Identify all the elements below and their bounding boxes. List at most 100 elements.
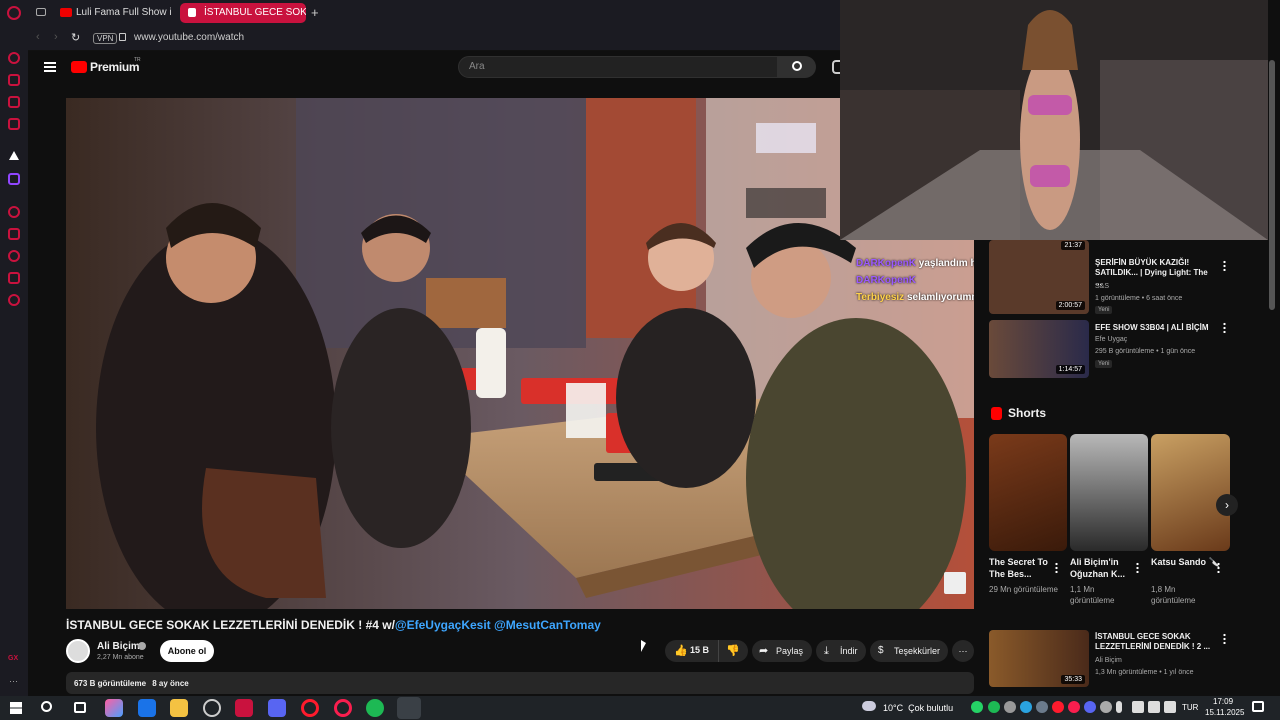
related-item[interactable]: 35:33 İSTANBUL GECE SOKAK LEZZETLERİNİ D… (989, 630, 1229, 688)
short-thumbnail[interactable] (1070, 434, 1148, 551)
more-icon[interactable]: ··· (9, 676, 18, 686)
url-field[interactable]: www.youtube.com/watch (134, 32, 244, 43)
search-taskbar-icon[interactable] (41, 701, 52, 712)
subscribe-button[interactable]: Abone ol (160, 640, 214, 662)
new-tab-button[interactable]: + (311, 5, 319, 20)
related-title[interactable]: ŞERİFİN BÜYÜK KAZIĞI! SATILDIK... | Dyin… (1095, 258, 1215, 288)
thanks-button[interactable]: $ Teşekkürler (870, 640, 948, 662)
mic-icon[interactable] (1116, 701, 1122, 713)
messenger-icon[interactable] (8, 74, 20, 86)
shorts-next-button[interactable]: › (1216, 494, 1238, 516)
youtube-logo-icon[interactable] (71, 61, 87, 73)
lock-icon[interactable] (119, 33, 126, 41)
tray-settings-icon[interactable] (1100, 701, 1112, 713)
tab-islands-icon[interactable] (36, 8, 46, 16)
search-button[interactable] (778, 56, 816, 78)
dislike-button[interactable]: 👎 (718, 640, 748, 662)
related-channel[interactable]: Ali Biçim (1095, 657, 1122, 664)
settings-icon[interactable] (8, 294, 20, 306)
battery-icon[interactable] (1164, 701, 1176, 713)
task-view-icon[interactable] (74, 702, 86, 713)
logo-text[interactable]: Premium (90, 60, 140, 74)
related-title[interactable]: İSTANBUL GECE SOKAK LEZZETLERİNİ DENEDİK… (1095, 632, 1220, 652)
notification-icon[interactable] (1252, 701, 1264, 712)
related-thumbnail[interactable]: 35:33 (989, 630, 1089, 687)
video-title-links[interactable]: @EfeUygaçKesit @MesutCanTomay (395, 618, 601, 632)
voice-search-icon[interactable] (832, 60, 840, 74)
clock-time[interactable]: 17:09 (1213, 697, 1233, 706)
spotify-icon[interactable] (366, 699, 384, 717)
search-input[interactable]: Ara (458, 56, 778, 78)
bookmarks-icon[interactable] (8, 228, 20, 240)
reload-icon[interactable]: ↻ (71, 31, 80, 44)
clock-date[interactable]: 15.11.2025 (1205, 708, 1244, 717)
player-icon[interactable] (9, 151, 19, 160)
history-icon[interactable] (8, 250, 20, 262)
more-actions-icon[interactable] (1136, 562, 1139, 573)
tray-gx-icon[interactable] (1068, 701, 1080, 713)
more-actions-icon[interactable] (1223, 260, 1226, 271)
video-app-icon[interactable] (235, 699, 253, 717)
more-actions-icon[interactable] (1217, 562, 1220, 573)
more-actions-icon[interactable] (1223, 322, 1226, 333)
weather-text[interactable]: 10°C Çok bulutlu (883, 703, 953, 713)
windows-start-icon[interactable] (10, 702, 22, 714)
opera-logo-icon[interactable] (7, 6, 21, 20)
tab-istanbul[interactable]: İSTANBUL GECE SOKA (180, 3, 306, 23)
whatsapp-icon[interactable] (8, 118, 20, 130)
instagram-icon[interactable] (8, 96, 20, 108)
channel-name[interactable]: Ali Biçim (97, 641, 140, 652)
discord-icon[interactable] (268, 699, 286, 717)
related-title[interactable]: EFE SHOW S3B04 | ALİ BİÇİM (1095, 323, 1220, 333)
more-actions-icon[interactable] (1055, 562, 1058, 573)
pip-window[interactable] (840, 0, 1268, 240)
scrollbar-thumb[interactable] (1269, 60, 1275, 310)
language-indicator[interactable]: TUR (1182, 703, 1198, 712)
forward-icon[interactable]: › (54, 31, 58, 43)
copilot-icon[interactable] (105, 699, 123, 717)
downloads-icon[interactable] (8, 272, 20, 284)
like-button[interactable]: 👍 15 B (665, 640, 717, 662)
active-app-icon[interactable] (397, 697, 421, 719)
menu-icon[interactable] (44, 62, 56, 72)
related-channel[interactable]: Efe Uygaç (1095, 336, 1127, 343)
tray-whatsapp-icon[interactable] (971, 701, 983, 713)
network-icon[interactable] (1132, 701, 1144, 713)
download-button[interactable]: ⤓ İndir (816, 640, 866, 662)
tray-opera-icon[interactable] (1052, 701, 1064, 713)
description-box[interactable]: 673 B görüntüleme 8 ay önce (66, 672, 974, 694)
gx-icon[interactable]: GX (8, 655, 18, 662)
mail-icon[interactable] (138, 699, 156, 717)
video-player[interactable]: DARKopenK yaşlandım haftada 3 kere of DA… (66, 98, 974, 609)
tray-app-icon[interactable] (1004, 701, 1016, 713)
related-thumbnail[interactable]: 21:37 2:00:57 (989, 240, 1089, 314)
tray-spotify-icon[interactable] (988, 701, 1000, 713)
short-title[interactable]: Katsu Sando 🔪 (1151, 556, 1221, 568)
more-actions-icon[interactable] (1223, 633, 1226, 644)
more-actions-button[interactable]: ⋯ (952, 640, 974, 662)
browser-icon[interactable] (203, 699, 221, 717)
vpn-badge[interactable]: VPN (93, 33, 118, 44)
twitch-icon[interactable] (8, 173, 20, 185)
short-title[interactable]: Ali Biçim'in Oğuzhan K... (1070, 556, 1140, 580)
volume-icon[interactable] (1148, 701, 1160, 713)
back-icon[interactable]: ‹ (36, 31, 40, 43)
short-title[interactable]: The Secret To The Bes... (989, 556, 1059, 580)
channel-avatar[interactable] (66, 639, 90, 663)
tray-telegram-icon[interactable] (1020, 701, 1032, 713)
scrollbar[interactable] (1268, 40, 1276, 690)
tray-discord-icon[interactable] (1084, 701, 1096, 713)
related-item[interactable]: 21:37 2:00:57 ŞERİFİN BÜYÜK KAZIĞI! SATI… (989, 240, 1229, 315)
related-item[interactable]: 1:14:57 EFE SHOW S3B04 | ALİ BİÇİM Efe U… (989, 320, 1229, 380)
aria-icon[interactable] (8, 52, 20, 64)
short-thumbnail[interactable] (1151, 434, 1230, 551)
file-explorer-icon[interactable] (170, 699, 188, 717)
share-button[interactable]: ➦ Paylaş (752, 640, 812, 662)
related-channel[interactable]: S&S (1095, 283, 1109, 290)
short-thumbnail[interactable] (989, 434, 1067, 551)
opera-gx-icon[interactable] (334, 699, 352, 717)
tab-luli-fama[interactable]: Luli Fama Full Show in SLO (52, 3, 172, 23)
related-thumbnail[interactable]: 1:14:57 (989, 320, 1089, 378)
opera-icon[interactable] (301, 699, 319, 717)
music-icon[interactable] (8, 206, 20, 218)
